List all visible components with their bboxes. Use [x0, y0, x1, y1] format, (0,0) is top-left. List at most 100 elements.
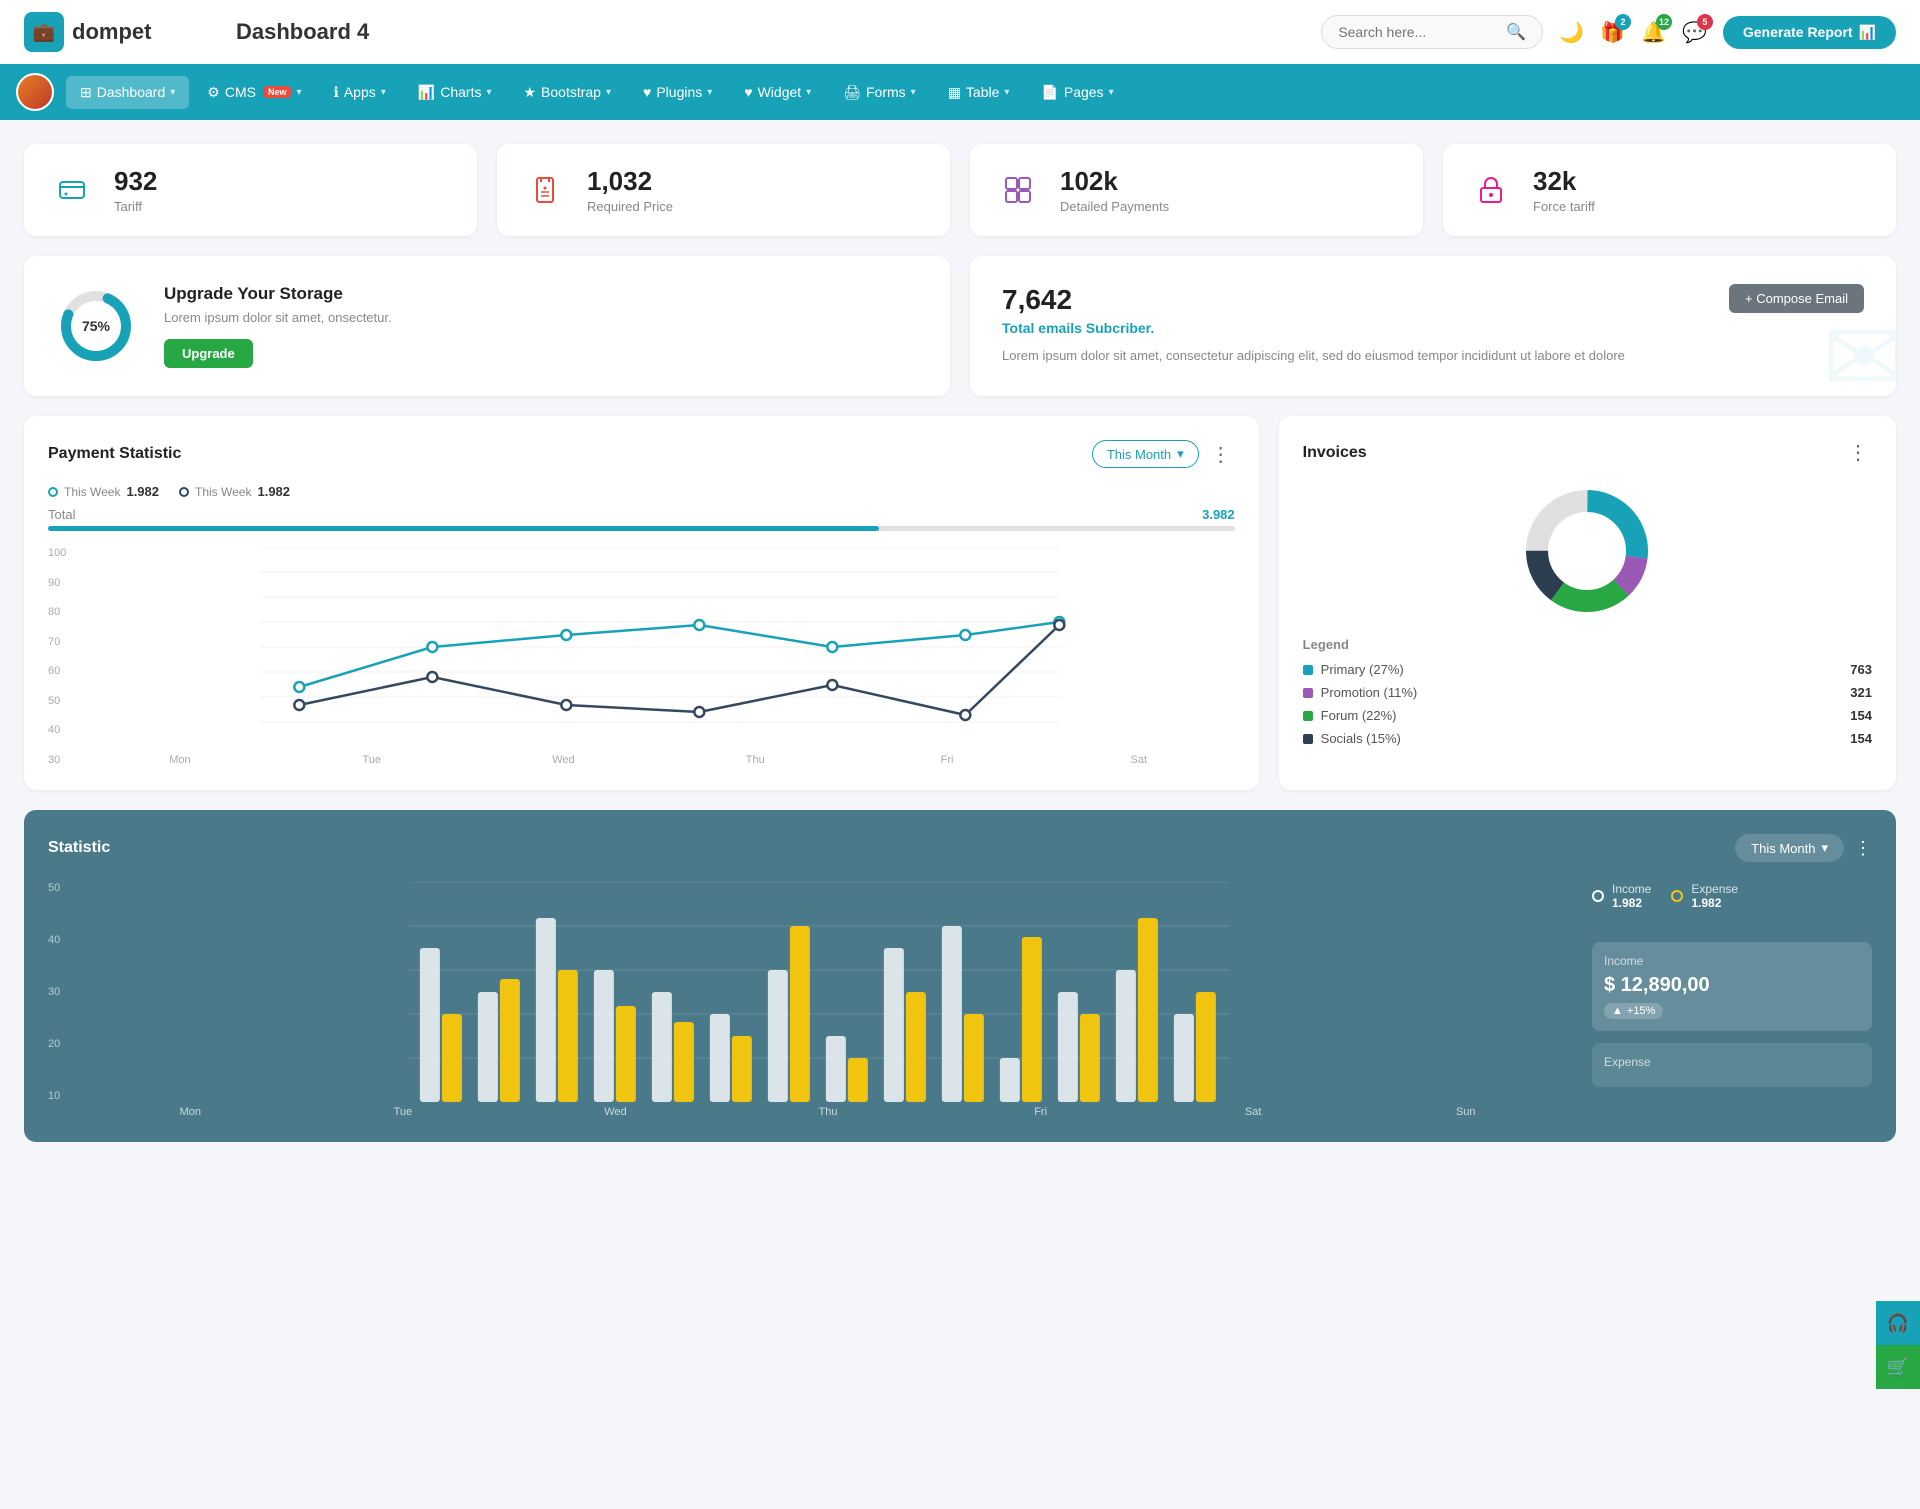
income-box: Income $ 12,890,00 ▲ +15%	[1592, 942, 1872, 1031]
legend-square-promotion	[1303, 688, 1313, 698]
line-chart-svg	[84, 547, 1235, 747]
nav-item-dashboard[interactable]: ⊞ Dashboard ▾	[66, 76, 189, 109]
legend-dot-dark	[179, 487, 189, 497]
page-title: Dashboard 4	[236, 19, 1321, 45]
email-card: 7,642 Total emails Subcriber. + Compose …	[970, 256, 1896, 396]
x-label-tue: Tue	[276, 754, 468, 766]
income-dot	[1592, 890, 1604, 902]
payment-statistic-title: Payment Statistic	[48, 445, 181, 463]
y-label-30: 30	[48, 754, 80, 766]
legend-row-promotion: Promotion (11%) 321	[1303, 685, 1872, 700]
bar-chart-svg	[68, 882, 1572, 1102]
nav-label-cms: CMS	[225, 84, 256, 100]
theme-toggle-btn[interactable]: 🌙	[1559, 20, 1584, 45]
nav-item-widget[interactable]: ♥ Widget ▾	[730, 76, 825, 108]
legend-square-forum	[1303, 711, 1313, 721]
income-val: 1.982	[1612, 896, 1651, 910]
y-label-100: 100	[48, 547, 80, 559]
chart-header: Payment Statistic This Month ▾ ⋮	[48, 440, 1235, 468]
legend-label-0: This Week	[64, 485, 120, 499]
force-value: 32k	[1533, 166, 1595, 197]
bar-y-labels: 50 40 30 20 10	[48, 882, 60, 1102]
chevron-down-icon-statistic: ▾	[1821, 840, 1828, 856]
legend-title: Legend	[1303, 637, 1872, 652]
nav-item-apps[interactable]: ℹ Apps ▾	[320, 76, 400, 109]
x-label-fri: Fri	[851, 754, 1043, 766]
nav-item-forms[interactable]: 🖨 Forms ▾	[829, 76, 929, 109]
nav-item-pages[interactable]: 📄 Pages ▾	[1027, 76, 1127, 109]
storage-text: Upgrade Your Storage Lorem ipsum dolor s…	[164, 284, 392, 368]
bar-y-10: 10	[48, 1090, 60, 1102]
expense-val: 1.982	[1691, 896, 1738, 910]
legend-item-0: This Week 1.982	[48, 484, 159, 499]
chat-btn[interactable]: 💬 5	[1682, 20, 1707, 45]
upgrade-button[interactable]: Upgrade	[164, 339, 253, 368]
nav-item-table[interactable]: ▦ Table ▾	[934, 76, 1024, 109]
legend-val-1: 1.982	[257, 484, 290, 499]
mid-row: 75% Upgrade Your Storage Lorem ipsum dol…	[24, 256, 1896, 396]
search-icon: 🔍	[1506, 22, 1526, 42]
x-axis-labels: Mon Tue Wed Thu Fri Sat	[84, 754, 1235, 766]
bar-label-thu: Thu	[722, 1106, 935, 1118]
statistic-more-button[interactable]: ⋮	[1854, 838, 1872, 859]
legend-row-forum: Forum (22%) 154	[1303, 708, 1872, 723]
chevron-down-icon-apps: ▾	[381, 87, 386, 98]
bar-x-labels: Mon Tue Wed Thu Fri Sat Sun	[48, 1106, 1572, 1118]
tariff-label: Tariff	[114, 199, 157, 214]
bar-chart-area: 50 40 30 20 10	[48, 882, 1572, 1118]
statistic-controls: This Month ▾ ⋮	[1735, 834, 1872, 862]
nav-label-pages: Pages	[1064, 84, 1104, 100]
email-subtitle: Total emails Subcriber.	[1002, 320, 1154, 336]
generate-report-button[interactable]: Generate Report 📊	[1723, 16, 1896, 49]
nav-label-forms: Forms	[866, 84, 906, 100]
storage-title: Upgrade Your Storage	[164, 284, 392, 304]
legend-dot-teal	[48, 487, 58, 497]
search-input[interactable]	[1338, 24, 1498, 40]
storage-description: Lorem ipsum dolor sit amet, onsectetur.	[164, 310, 392, 325]
y-label-60: 60	[48, 665, 80, 677]
floating-buttons: 🎧 🛒	[1876, 1301, 1920, 1389]
statistic-body: 50 40 30 20 10	[48, 882, 1872, 1118]
nav-label-dashboard: Dashboard	[97, 84, 166, 100]
arrow-up-icon: ▲	[1612, 1005, 1623, 1017]
nav-item-cms[interactable]: ⚙ CMS New ▾	[193, 76, 315, 109]
storage-percent: 75%	[82, 318, 110, 334]
invoices-legend: Legend Primary (27%) 763 Promotion (11%)…	[1303, 637, 1872, 746]
statistic-right-panel: Income 1.982 Expense 1.982 Income $	[1592, 882, 1872, 1118]
nav-item-plugins[interactable]: ♥ Plugins ▾	[629, 76, 726, 108]
nav-label-table: Table	[966, 84, 999, 100]
invoices-more-button[interactable]: ⋮	[1844, 440, 1872, 465]
statistic-month-button[interactable]: This Month ▾	[1735, 834, 1844, 862]
logo-icon: 💼	[24, 12, 64, 52]
force-label: Force tariff	[1533, 199, 1595, 214]
y-label-40: 40	[48, 724, 80, 736]
price-value: 1,032	[587, 166, 673, 197]
headset-float-button[interactable]: 🎧	[1876, 1301, 1920, 1345]
legend-left-socials: Socials (15%)	[1303, 731, 1401, 746]
bar-y-30: 30	[48, 986, 60, 998]
x-label-sat: Sat	[1043, 754, 1235, 766]
more-options-button[interactable]: ⋮	[1207, 442, 1235, 467]
gift-btn[interactable]: 🎁 2	[1600, 20, 1625, 45]
legend-row-primary: Primary (27%) 763	[1303, 662, 1872, 677]
legend-left-promotion: Promotion (11%)	[1303, 685, 1418, 700]
stat-card-force: 32k Force tariff	[1443, 144, 1896, 236]
nav-item-charts[interactable]: 📊 Charts ▾	[404, 76, 506, 109]
legend-val-primary: 763	[1850, 662, 1872, 677]
chevron-down-icon-cms: ▾	[296, 87, 301, 98]
charts-nav-icon: 📊	[418, 84, 435, 101]
logo-area: 💼 dompet	[24, 12, 204, 52]
nav-label-apps: Apps	[344, 84, 376, 100]
bar-y-20: 20	[48, 1038, 60, 1050]
chat-badge: 5	[1697, 14, 1713, 30]
search-bar[interactable]: 🔍	[1321, 15, 1543, 49]
chart-legend: This Week 1.982 This Week 1.982	[48, 484, 1235, 499]
cart-float-button[interactable]: 🛒	[1876, 1345, 1920, 1389]
legend-val-forum: 154	[1850, 708, 1872, 723]
bell-btn[interactable]: 🔔 12	[1641, 20, 1666, 45]
income-label: Income	[1612, 882, 1651, 896]
nav-item-bootstrap[interactable]: ★ Bootstrap ▾	[509, 76, 625, 109]
payments-label: Detailed Payments	[1060, 199, 1169, 214]
income-box-label: Income	[1604, 954, 1860, 968]
this-month-button[interactable]: This Month ▾	[1092, 440, 1199, 468]
